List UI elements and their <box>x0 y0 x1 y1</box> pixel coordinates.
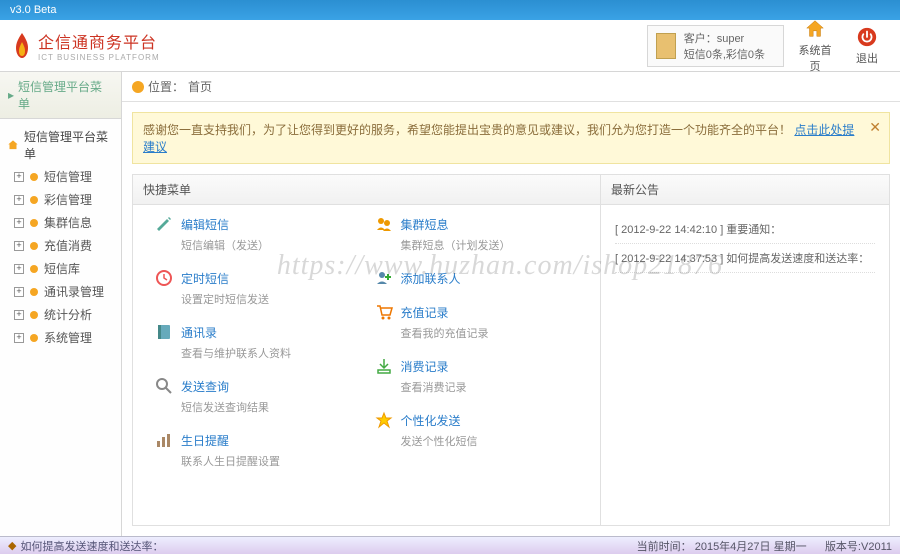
folder-icon <box>30 311 38 319</box>
quick-menu-panel: 快捷菜单 编辑短信 短信编辑（发送） 定时短信 设置定时短信发送 <box>133 175 601 525</box>
power-icon <box>856 26 878 48</box>
user-avatar-icon <box>656 33 676 59</box>
sidebar-item-recharge[interactable]: +充值消费 <box>4 234 117 257</box>
expand-icon[interactable]: + <box>14 195 24 205</box>
quick-timed-sms[interactable]: 定时短信 设置定时短信发送 <box>147 269 367 307</box>
quick-edit-sms[interactable]: 编辑短信 短信编辑（发送） <box>147 215 367 253</box>
folder-icon <box>30 334 38 342</box>
book-icon <box>155 323 173 341</box>
user-name: 客户：super <box>684 30 765 46</box>
home-button[interactable]: 系统首页 <box>794 18 836 74</box>
group-icon <box>375 215 393 233</box>
flame-icon <box>12 32 32 60</box>
expand-icon[interactable]: + <box>14 241 24 251</box>
folder-icon <box>30 219 38 227</box>
quick-menu-title: 快捷菜单 <box>133 175 600 205</box>
quick-send-query[interactable]: 发送查询 短信发送查询结果 <box>147 377 367 415</box>
folder-icon <box>30 242 38 250</box>
brand-subtitle: ICT BUSINESS PLATFORM <box>38 53 160 62</box>
notice-banner: 感谢您一直支持我们，为了让您得到更好的服务，希望您能提出宝贵的意见或建议，我们允… <box>132 112 890 164</box>
expand-icon[interactable]: + <box>14 172 24 182</box>
status-date: 当前时间： 2015年4月27日 星期一 <box>637 541 807 553</box>
home-small-icon <box>6 138 20 152</box>
status-marquee-icon: ◆ <box>8 539 16 552</box>
sidebar-item-system[interactable]: +系统管理 <box>4 326 117 349</box>
expand-icon[interactable]: + <box>14 264 24 274</box>
quick-recharge[interactable]: 充值记录 查看我的充值记录 <box>367 303 587 341</box>
quick-personal-send[interactable]: 个性化发送 发送个性化短信 <box>367 411 587 449</box>
tree-root[interactable]: 短信管理平台菜单 <box>4 125 117 165</box>
folder-icon <box>30 173 38 181</box>
app-version: v3.0 Beta <box>10 4 56 16</box>
exit-button[interactable]: 退出 <box>846 26 888 66</box>
announcement-item[interactable]: [ 2012-9-22 14:42:10 ] 重要通知： <box>615 215 875 244</box>
sidebar: ▸ 短信管理平台菜单 短信管理平台菜单 +短信管理 +彩信管理 +集群信息 +充… <box>0 72 122 536</box>
expand-icon[interactable]: + <box>14 218 24 228</box>
breadcrumb-current: 首页 <box>188 78 212 95</box>
cart-icon <box>375 303 393 321</box>
expand-icon[interactable]: + <box>14 287 24 297</box>
sidebar-item-smslib[interactable]: +短信库 <box>4 257 117 280</box>
sidebar-item-cluster[interactable]: +集群信息 <box>4 211 117 234</box>
sidebar-item-contacts[interactable]: +通讯录管理 <box>4 280 117 303</box>
location-icon <box>132 81 144 93</box>
announcement-item[interactable]: [ 2012-9-22 14:37:53 ] 如何提高发送速度和送达率： <box>615 244 875 273</box>
user-plus-icon <box>375 269 393 287</box>
announcement-title: 最新公告 <box>601 175 889 205</box>
brand-name: 企信通商务平台 <box>38 29 160 53</box>
expand-icon[interactable]: + <box>14 310 24 320</box>
quick-contacts[interactable]: 通讯录 查看与维护联系人资料 <box>147 323 367 361</box>
quick-add-contact[interactable]: 添加联系人 <box>367 269 587 287</box>
clock-icon <box>155 269 173 287</box>
pencil-icon <box>155 215 173 233</box>
breadcrumb: 位置： 首页 <box>122 72 900 102</box>
quick-cluster-sms[interactable]: 集群短息 集群短息（计划发送） <box>367 215 587 253</box>
user-info-box[interactable]: 客户：super 短信0条,彩信0条 <box>647 25 784 67</box>
sidebar-title: ▸ 短信管理平台菜单 <box>0 72 121 119</box>
content-area: 位置： 首页 感谢您一直支持我们，为了让您得到更好的服务，希望您能提出宝贵的意见… <box>122 72 900 536</box>
status-version: 版本号:V2011 <box>825 541 892 553</box>
search-icon <box>155 377 173 395</box>
status-bar: ◆ 如何提高发送速度和送达率： 当前时间： 2015年4月27日 星期一 版本号… <box>0 536 900 554</box>
quick-consume[interactable]: 消费记录 查看消费记录 <box>367 357 587 395</box>
close-icon[interactable]: ✕ <box>869 119 881 136</box>
sidebar-item-stats[interactable]: +统计分析 <box>4 303 117 326</box>
user-sms-count: 短信0条,彩信0条 <box>684 46 765 62</box>
status-marquee[interactable]: 如何提高发送速度和送达率： <box>20 538 163 554</box>
expand-icon[interactable]: + <box>14 333 24 343</box>
sidebar-item-mms-manage[interactable]: +彩信管理 <box>4 188 117 211</box>
arrow-icon: ▸ <box>8 88 14 102</box>
folder-icon <box>30 196 38 204</box>
brand-logo: 企信通商务平台 ICT BUSINESS PLATFORM <box>12 29 160 62</box>
notice-text: 感谢您一直支持我们，为了让您得到更好的服务，希望您能提出宝贵的意见或建议，我们允… <box>143 123 791 137</box>
download-icon <box>375 357 393 375</box>
announcement-panel: 最新公告 [ 2012-9-22 14:42:10 ] 重要通知： [ 2012… <box>601 175 889 525</box>
quick-birthday[interactable]: 生日提醒 联系人生日提醒设置 <box>147 431 367 469</box>
chart-icon <box>155 431 173 449</box>
sidebar-item-sms-manage[interactable]: +短信管理 <box>4 165 117 188</box>
folder-icon <box>30 288 38 296</box>
app-header: 企信通商务平台 ICT BUSINESS PLATFORM 客户：super 短… <box>0 20 900 72</box>
home-icon <box>804 18 826 40</box>
nav-tree: 短信管理平台菜单 +短信管理 +彩信管理 +集群信息 +充值消费 +短信库 +通… <box>0 119 121 355</box>
star-icon <box>375 411 393 429</box>
folder-icon <box>30 265 38 273</box>
